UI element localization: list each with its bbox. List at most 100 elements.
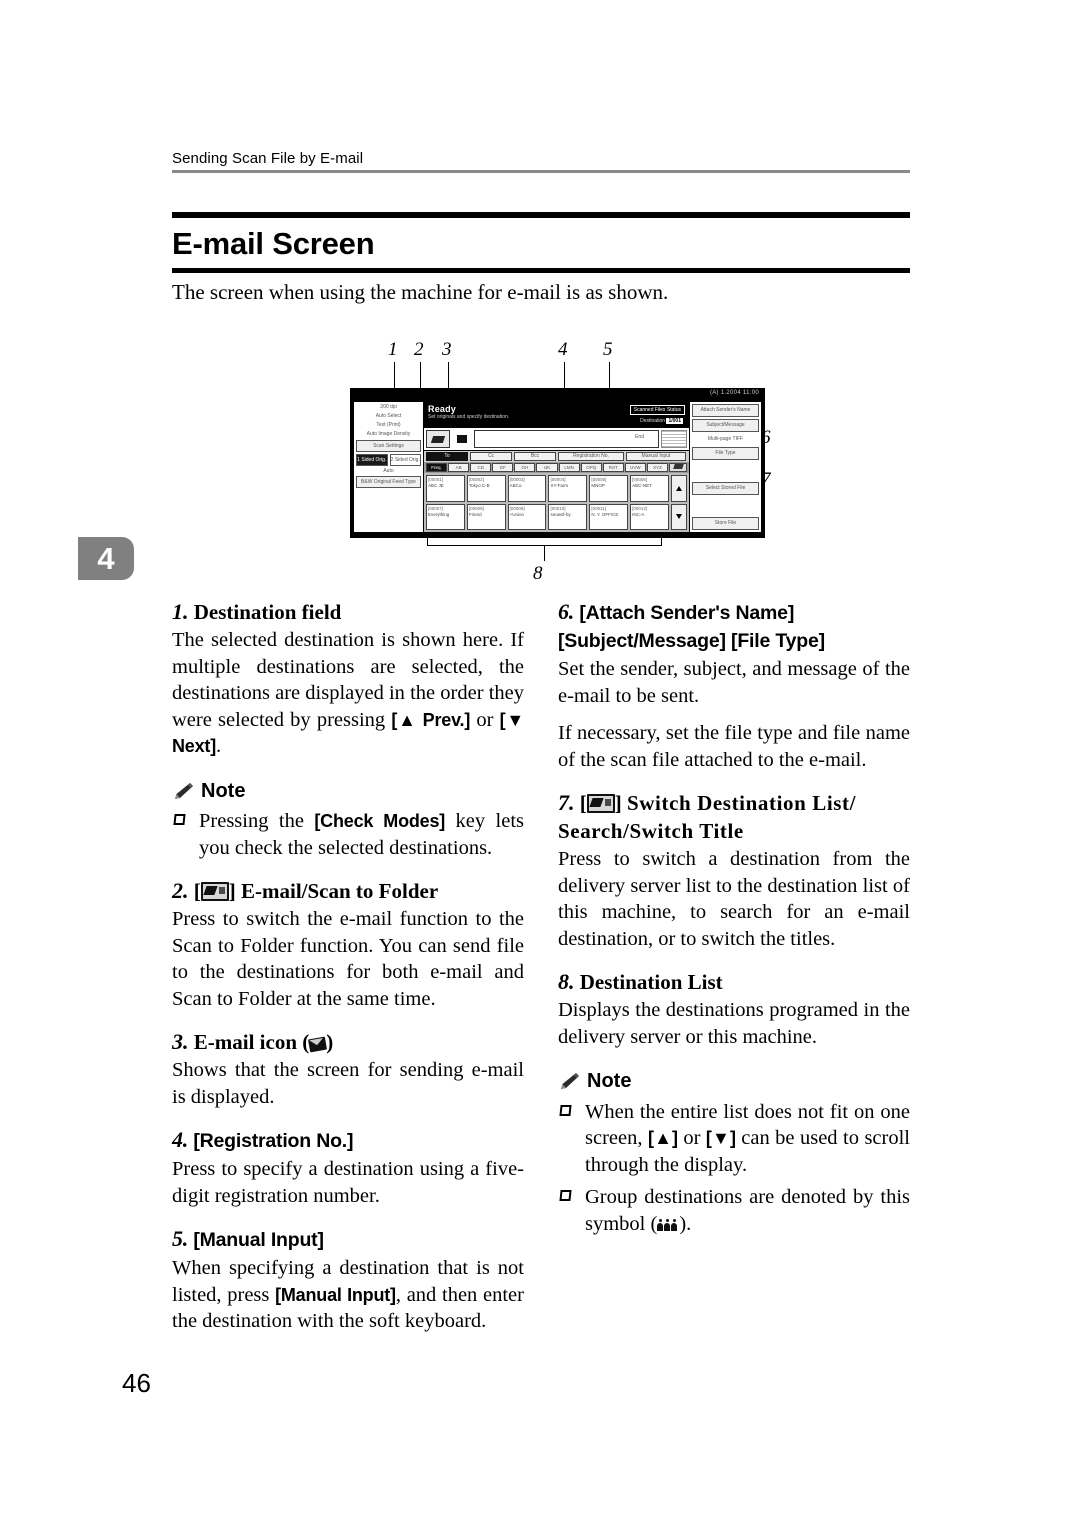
- lcd-letter-gh[interactable]: GH: [514, 463, 536, 472]
- note-heading-left: Note: [172, 778, 524, 805]
- dest-name: +Union: [509, 511, 525, 517]
- mail-glyph: [457, 435, 467, 443]
- item-2-body: Press to switch the e-mail function to t…: [172, 908, 524, 1010]
- dest-name: ABC JE: [428, 483, 444, 488]
- lcd-letter-lmn[interactable]: LMN: [558, 463, 580, 472]
- list-item[interactable]: [00005] MNOP: [589, 475, 629, 502]
- note-3-pre: Group destinations are denoted by this s…: [585, 1186, 910, 1235]
- lcd-multipage-tiff-label: Multi-page TIFF: [707, 436, 744, 442]
- callout-1: 1: [388, 339, 398, 360]
- dest-name: XY-Farm: [550, 483, 569, 488]
- page-title: E-mail Screen: [172, 226, 375, 261]
- lcd-autoselect: Auto Select: [375, 413, 402, 419]
- lcd-destination-count: Destination 1/001: [640, 418, 683, 424]
- item-2-title: E-mail/Scan to Folder: [241, 879, 439, 903]
- note-2-kbd-up: [▲]: [647, 1128, 678, 1148]
- list-item[interactable]: [00007] Everything: [426, 503, 465, 530]
- lcd-1sided-option[interactable]: 1 Sided Orig.: [356, 454, 388, 466]
- chevron-down-icon: [676, 514, 682, 520]
- lcd-destination-field[interactable]: End: [474, 430, 659, 448]
- item-1-body-tail: .: [216, 735, 222, 757]
- lcd-orig-feed-button[interactable]: B&W Original Feed Type: [356, 476, 421, 488]
- email-icon: [308, 1036, 328, 1053]
- item-3-title-pre: E-mail icon (: [193, 1030, 310, 1054]
- lcd-letter-ef[interactable]: EF: [492, 463, 514, 472]
- lcd-topbar: (A) 1.2004 11:00: [350, 388, 765, 402]
- item-6-number: 6.: [558, 599, 575, 624]
- item-1-body-mid: or: [470, 708, 500, 731]
- item-1-number: 1.: [172, 599, 189, 624]
- lcd-switch-destination-list-icon[interactable]: [669, 463, 688, 472]
- item-5-body: When specifying a destination that is no…: [172, 1255, 524, 1335]
- lcd-letter-uvw[interactable]: UVW: [624, 463, 646, 472]
- dest-name: Friend: [468, 511, 482, 517]
- item-7-body: Press to switch a destination from the d…: [558, 848, 910, 950]
- scroll-up-button[interactable]: [671, 475, 687, 502]
- item-2-heading: 2. [] E-mail/Scan to Folder: [172, 878, 439, 903]
- lcd-switch-email-folder-icon[interactable]: [426, 430, 450, 448]
- chapter-tab: 4: [78, 537, 134, 580]
- lcd-2sided-option[interactable]: 2 Sided Orig.: [389, 454, 421, 466]
- lcd-resolution: 200 dpi: [380, 404, 397, 410]
- lcd-subject-message-button[interactable]: Subject/Message: [692, 419, 759, 432]
- lcd-scanned-files-status-button[interactable]: Scanned Files Status: [629, 405, 685, 415]
- list-item[interactable]: [00002] Tokyo C-B: [466, 475, 506, 502]
- lcd-store-file-button[interactable]: Store File: [692, 517, 759, 530]
- item-5-title: [Manual Input]: [193, 1229, 324, 1251]
- note-list-right: When the entire list does not fit on one…: [558, 1099, 910, 1238]
- lcd-select-stored-file-button[interactable]: Select Stored File: [692, 482, 759, 495]
- lcd-letter-ijk[interactable]: IJK: [536, 463, 558, 472]
- right-text-column: 6. [Attach Sender's Name] [Subject/Messa…: [558, 598, 910, 1243]
- lcd-tab-bcc[interactable]: Bcc: [514, 452, 556, 461]
- lcd-letter-opq[interactable]: OPQ: [580, 463, 602, 472]
- note-bullet-icon: [559, 1104, 572, 1116]
- list-item[interactable]: [00010] seowsf-by: [548, 503, 588, 530]
- leader-line-8: [544, 545, 545, 561]
- scroll-down-button[interactable]: [671, 503, 687, 530]
- lcd-tab-manual-input[interactable]: Manual Input: [626, 452, 686, 461]
- lcd-file-type-button[interactable]: File Type: [692, 447, 759, 460]
- list-item[interactable]: [00004] XY-Farm: [548, 475, 588, 502]
- intro-paragraph: The screen when using the machine for e-…: [172, 280, 669, 304]
- list-item[interactable]: [00009] +Union: [507, 503, 547, 530]
- switch-list-glyph: [672, 464, 684, 469]
- lcd-letter-ab[interactable]: AB: [448, 463, 470, 472]
- lcd-letter-cd[interactable]: CD: [470, 463, 492, 472]
- lcd-tab-to[interactable]: To: [426, 452, 468, 461]
- list-item[interactable]: [00012] INC-A: [630, 503, 669, 530]
- item-4-number: 4.: [172, 1127, 189, 1152]
- note-2-mid: or: [677, 1127, 706, 1149]
- item-5-kbd-manual-input: [Manual Input]: [275, 1284, 396, 1305]
- list-item[interactable]: [00003] ABCo.: [507, 475, 547, 502]
- note-item: Group destinations are denoted by this s…: [558, 1184, 910, 1237]
- lcd-sided-toggle[interactable]: 1 Sided Orig. 2 Sided Orig.: [356, 454, 421, 466]
- item-3-body: Shows that the screen for sending e-mail…: [172, 1059, 524, 1108]
- list-item[interactable]: [00006] ABC-NET: [630, 475, 669, 502]
- note-3-post: ).: [679, 1212, 692, 1235]
- lcd-scan-settings-button[interactable]: Scan Settings: [356, 440, 421, 452]
- item-3-number: 3.: [172, 1029, 189, 1054]
- running-head-text: Sending Scan File by E-mail: [172, 150, 364, 167]
- lcd-tab-cc[interactable]: Cc: [470, 452, 512, 461]
- dest-name: MNOP: [591, 483, 605, 488]
- list-item[interactable]: [00011] N. Y. OFFICE: [589, 503, 629, 530]
- callout-4: 4: [558, 339, 568, 360]
- lcd-letter-freq[interactable]: Freq.: [426, 463, 448, 472]
- list-item[interactable]: [00008] Friend: [466, 503, 506, 530]
- list-item[interactable]: [00001] ABC JE: [426, 475, 465, 502]
- chevron-up-icon: [676, 485, 682, 491]
- note-item: Pressing the [Check Modes] key lets you …: [172, 808, 524, 861]
- item-6-body: Set the sender, subject, and message of …: [558, 658, 910, 707]
- item-6-body-2: If necessary, set the file type and file…: [558, 722, 910, 771]
- item-4-heading: 4. [Registration No.]: [172, 1126, 524, 1155]
- item-5-heading: 5. [Manual Input]: [172, 1225, 524, 1254]
- lcd-orig-size-label: Auto: [383, 468, 394, 474]
- item-1-title: Destination field: [193, 600, 342, 624]
- lcd-tab-registration-no[interactable]: Registration No.: [558, 452, 624, 461]
- note-pre: Pressing the: [199, 810, 315, 832]
- item-3-title-post: ): [326, 1030, 334, 1054]
- lcd-letter-xyz[interactable]: XYZ: [646, 463, 669, 472]
- lcd-letter-rst[interactable]: RST: [602, 463, 624, 472]
- lcd-destination-scroll[interactable]: [661, 430, 687, 448]
- lcd-attach-senders-name-button[interactable]: Attach Sender's Name: [692, 404, 759, 417]
